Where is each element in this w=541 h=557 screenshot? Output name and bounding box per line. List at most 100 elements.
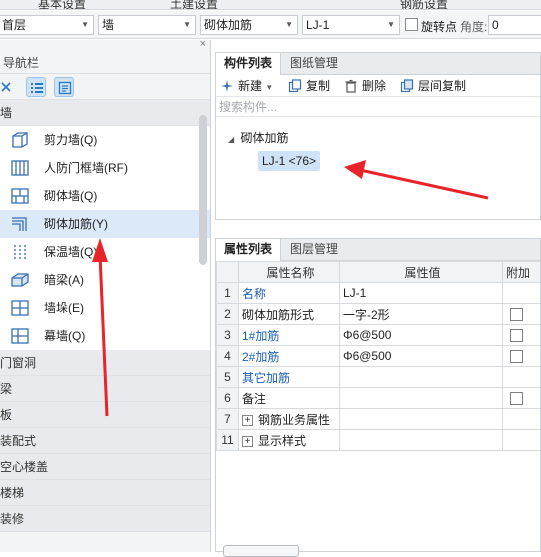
close-icon[interactable]: × — [200, 38, 206, 50]
nav-item-curtain-wall[interactable]: 幕墙(Q) — [0, 322, 210, 350]
component-select[interactable]: LJ-1▼ — [302, 15, 400, 35]
property-extra — [503, 367, 541, 388]
property-row[interactable]: 42#加筋Φ6@500 — [217, 346, 541, 367]
list-view-icon[interactable] — [26, 77, 46, 97]
navigation-panel: × 导航栏 墙 剪力墙(Q) 人防门框墙(RF) 砌体墙(Q) 砌体加筋(Y) — [0, 40, 211, 552]
selector-toolbar: 首层▼ 墙▼ 砌体加筋▼ LJ-1▼ 旋转点 角度: 0 — [0, 11, 541, 39]
property-name: +显示样式 — [239, 430, 340, 451]
hidden-beam-icon — [10, 271, 30, 289]
nav-group-hollow-floor[interactable]: 空心楼盖 — [0, 454, 210, 480]
property-row[interactable]: 5其它加筋 — [217, 367, 541, 388]
type-select[interactable]: 砌体加筋▼ — [200, 15, 298, 35]
row-index: 2 — [217, 304, 239, 325]
header-name: 属性名称 — [239, 262, 340, 283]
category-select[interactable]: 墙▼ — [98, 15, 196, 35]
tab-property-list[interactable]: 属性列表 — [216, 239, 281, 261]
ribbon-tabs: 基本设置 土建设置 钢筋设置 — [0, 0, 541, 10]
nav-group-decoration[interactable]: 装修 — [0, 506, 210, 532]
property-name: 砌体加筋形式 — [239, 304, 340, 325]
extra-checkbox[interactable] — [510, 329, 523, 342]
bottom-action-button[interactable] — [223, 545, 299, 557]
floor-select[interactable]: 首层▼ — [0, 15, 94, 35]
tab-component-list[interactable]: 构件列表 — [216, 53, 281, 75]
row-index: 3 — [217, 325, 239, 346]
property-value[interactable]: Φ6@500 — [340, 346, 503, 367]
row-index: 5 — [217, 367, 239, 388]
expand-icon[interactable]: + — [242, 436, 253, 447]
nav-scrollbar[interactable] — [199, 115, 207, 265]
nav-toolbar — [0, 74, 210, 100]
copy-button[interactable]: 复制 — [288, 78, 330, 94]
header-extra: 附加 — [503, 262, 541, 283]
component-list-panel: 构件列表 图纸管理 新建 ▼ 复制 删除 层间复制 搜索构件... ◢ 砌体加筋… — [215, 52, 541, 220]
nav-item-wall-pier[interactable]: 墙垛(E) — [0, 294, 210, 322]
property-value[interactable]: Φ6@500 — [340, 325, 503, 346]
nav-item-civil-defense-door-wall[interactable]: 人防门框墙(RF) — [0, 154, 210, 182]
property-row[interactable]: 31#加筋Φ6@500 — [217, 325, 541, 346]
chevron-down-icon: ▼ — [81, 16, 89, 34]
ribbon-tab-rebar[interactable]: 钢筋设置 — [400, 0, 448, 10]
nav-item-masonry-rebar[interactable]: 砌体加筋(Y) — [0, 210, 210, 238]
pin-icon[interactable] — [0, 77, 16, 97]
property-value[interactable] — [340, 388, 503, 409]
extra-checkbox[interactable] — [510, 392, 523, 405]
new-icon — [220, 79, 234, 93]
rotate-point-label: 旋转点 — [421, 18, 457, 35]
extra-checkbox[interactable] — [510, 308, 523, 321]
copy-icon — [288, 79, 302, 93]
property-value[interactable] — [340, 409, 503, 430]
extra-checkbox[interactable] — [510, 350, 523, 363]
nav-group-door-window[interactable]: 门窗洞 — [0, 350, 210, 376]
property-value[interactable] — [340, 430, 503, 451]
delete-button[interactable]: 删除 — [344, 78, 386, 94]
property-row[interactable]: 7+钢筋业务属性 — [217, 409, 541, 430]
property-name: 2#加筋 — [239, 346, 340, 367]
masonry-rebar-icon — [10, 215, 30, 233]
nav-group-prefab[interactable]: 装配式 — [0, 428, 210, 454]
property-row[interactable]: 11+显示样式 — [217, 430, 541, 451]
property-value[interactable]: LJ-1 — [340, 283, 503, 304]
row-index: 1 — [217, 283, 239, 304]
chevron-down-icon: ▼ — [387, 16, 395, 34]
property-name: +钢筋业务属性 — [239, 409, 340, 430]
nav-group-stair[interactable]: 楼梯 — [0, 480, 210, 506]
property-row[interactable]: 1名称LJ-1 — [217, 283, 541, 304]
nav-group-slab[interactable]: 板 — [0, 402, 210, 428]
nav-item-insulation-wall[interactable]: 保温墙(Q) — [0, 238, 210, 266]
nav-group-beam[interactable]: 梁 — [0, 376, 210, 402]
tab-drawing-management[interactable]: 图纸管理 — [282, 53, 346, 75]
nav-group-wall[interactable]: 墙 — [0, 100, 210, 126]
property-extra — [503, 388, 541, 409]
new-button[interactable]: 新建 ▼ — [220, 78, 273, 96]
property-row[interactable]: 6备注 — [217, 388, 541, 409]
angle-input[interactable]: 0 — [488, 15, 541, 35]
copy-between-floors-button[interactable]: 层间复制 — [400, 78, 466, 94]
rotate-point-checkbox[interactable] — [405, 18, 418, 31]
row-index: 7 — [217, 409, 239, 430]
row-index: 4 — [217, 346, 239, 367]
nav-item-shear-wall[interactable]: 剪力墙(Q) — [0, 126, 210, 154]
header-value: 属性值 — [340, 262, 503, 283]
detail-view-icon[interactable] — [54, 77, 74, 97]
nav-item-hidden-beam[interactable]: 暗梁(A) — [0, 266, 210, 294]
insulation-wall-icon — [10, 243, 30, 261]
property-list-panel: 属性列表 图层管理 属性名称 属性值 附加 1名称LJ-12砌体加筋形式一字-2… — [215, 238, 541, 552]
ribbon-tab-civil[interactable]: 土建设置 — [170, 0, 218, 10]
header-index — [217, 262, 239, 283]
property-extra — [503, 409, 541, 430]
nav-item-masonry-wall[interactable]: 砌体墙(Q) — [0, 182, 210, 210]
ribbon-tab-basic[interactable]: 基本设置 — [38, 0, 86, 10]
component-tree-root[interactable]: ◢ 砌体加筋 — [228, 129, 289, 146]
property-extra — [503, 430, 541, 451]
nav-title: 导航栏 — [0, 52, 210, 74]
property-value[interactable] — [340, 367, 503, 388]
property-row[interactable]: 2砌体加筋形式一字-2形 — [217, 304, 541, 325]
expand-icon[interactable]: + — [242, 415, 253, 426]
component-search-input[interactable]: 搜索构件... — [216, 97, 540, 117]
property-name: 名称 — [239, 283, 340, 304]
component-item-lj1[interactable]: LJ-1 <76> — [258, 151, 320, 171]
property-value[interactable]: 一字-2形 — [340, 304, 503, 325]
tab-layer-management[interactable]: 图层管理 — [282, 239, 346, 261]
chevron-down-icon: ▼ — [285, 16, 293, 34]
trash-icon — [344, 79, 358, 93]
